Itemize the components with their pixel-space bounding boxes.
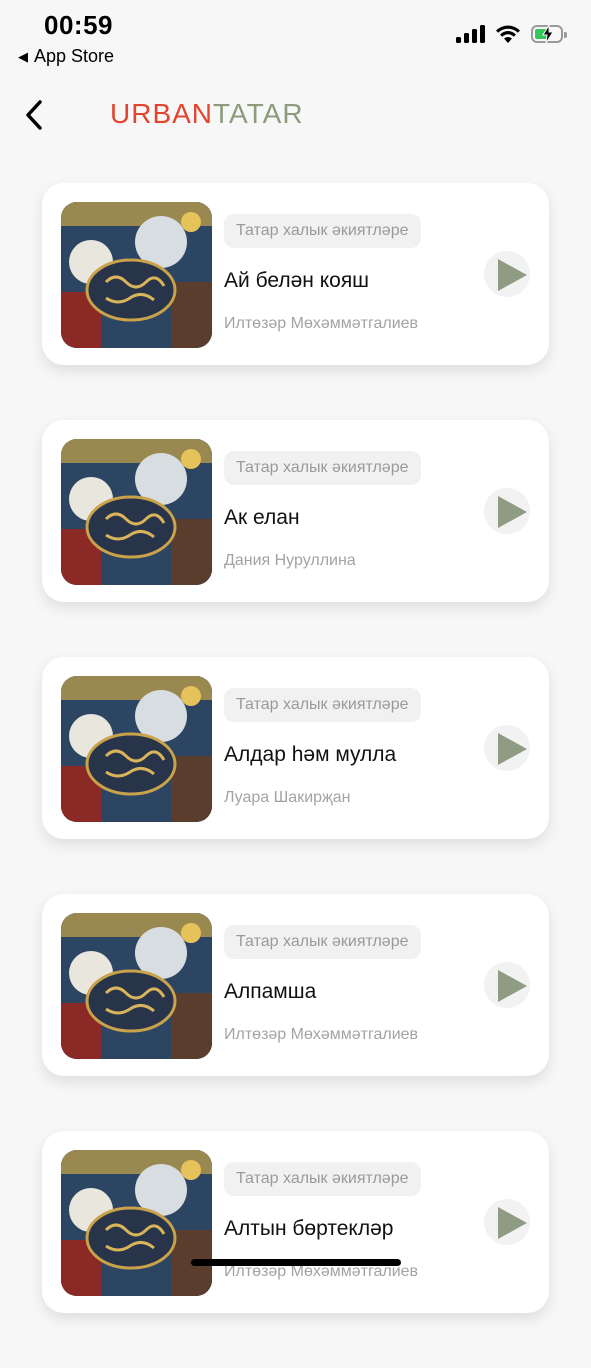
back-to-app-store[interactable]: ◀ App Store [18, 46, 114, 67]
play-button[interactable] [484, 1199, 530, 1245]
story-author: Луара Шакирҗан [224, 789, 351, 806]
play-button[interactable] [484, 725, 530, 771]
story-card[interactable]: Татар халык әкиятләре Алтын бөртекләр Ил… [42, 1131, 549, 1313]
book-cover-illustration [61, 1150, 212, 1296]
play-icon [498, 259, 527, 291]
app-logo: URBANTATAR [110, 98, 304, 130]
app-header: URBANTATAR [0, 90, 591, 140]
play-icon [498, 970, 527, 1002]
story-card[interactable]: Татар халык әкиятләре Ак елан Дания Нуру… [42, 420, 549, 602]
category-tag: Татар халык әкиятләре [224, 451, 421, 485]
story-title: Ай белән кояш [224, 269, 370, 292]
status-icons [456, 24, 567, 44]
home-indicator[interactable] [191, 1259, 401, 1266]
book-cover-illustration [61, 439, 212, 585]
story-title: Алпамша [224, 980, 317, 1003]
cellular-signal-icon [456, 25, 485, 43]
back-to-app-store-label: App Store [34, 46, 115, 66]
story-list: Татар халык әкиятләре Ай белән кояш Илтө… [42, 183, 549, 1368]
logo-urban: URBAN [110, 98, 214, 129]
story-author: Дания Нуруллина [224, 552, 356, 569]
story-card[interactable]: Татар халык әкиятләре Алдар һәм мулла Лу… [42, 657, 549, 839]
play-button[interactable] [484, 488, 530, 534]
story-author: Илтөзәр Мөхәммәтгалиев [224, 1026, 419, 1043]
status-time: 00:59 [44, 10, 113, 40]
status-bar: 00:59 ◀ App Store [0, 0, 591, 80]
category-tag: Татар халык әкиятләре [224, 925, 421, 959]
chevron-left-icon[interactable] [22, 96, 48, 134]
story-card[interactable]: Татар халык әкиятләре Алпамша Илтөзәр Мө… [42, 894, 549, 1076]
logo-tatar: TATAR [213, 98, 304, 129]
back-triangle-icon: ◀ [18, 48, 28, 64]
play-button[interactable] [484, 962, 530, 1008]
story-title: Алтын бөртекләр [224, 1217, 394, 1240]
category-tag: Татар халык әкиятләре [224, 688, 421, 722]
play-button[interactable] [484, 251, 530, 297]
play-icon [498, 1207, 527, 1239]
book-cover-illustration [61, 202, 212, 348]
story-card[interactable]: Татар халык әкиятләре Ай белән кояш Илтө… [42, 183, 549, 365]
book-cover-illustration [61, 913, 212, 1059]
category-tag: Татар халык әкиятләре [224, 214, 421, 248]
play-icon [498, 733, 527, 765]
book-cover-illustration [61, 676, 212, 822]
story-author: Илтөзәр Мөхәммәтгалиев [224, 315, 419, 332]
story-title: Ак елан [224, 506, 300, 529]
category-tag: Татар халык әкиятләре [224, 1162, 421, 1196]
play-icon [498, 496, 527, 528]
wifi-icon [496, 25, 520, 43]
battery-icon [531, 25, 567, 43]
story-title: Алдар һәм мулла [224, 743, 397, 766]
